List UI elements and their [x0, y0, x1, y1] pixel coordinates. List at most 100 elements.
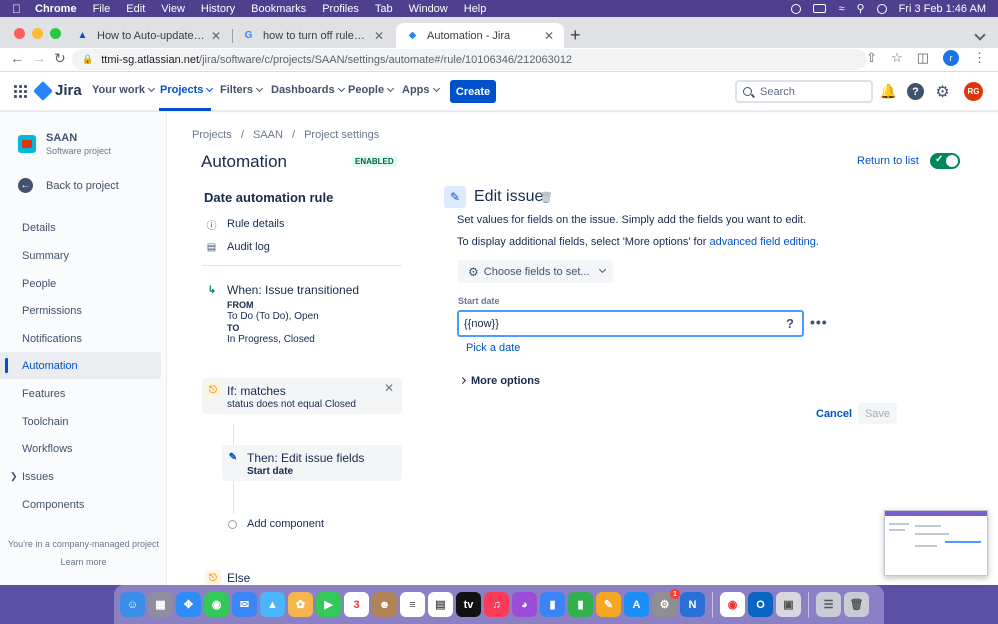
tab-automation-jira[interactable]: ◆ Automation - Jira ✕: [396, 23, 564, 48]
minimize-window-icon[interactable]: [32, 28, 43, 39]
status-icon[interactable]: [791, 3, 802, 14]
menu-edit[interactable]: Edit: [126, 3, 145, 15]
system-preferences-icon[interactable]: ⚙ 1: [652, 589, 680, 617]
maps-icon[interactable]: ▲: [260, 592, 285, 617]
photos-icon[interactable]: ✿: [288, 592, 313, 617]
wifi-icon[interactable]: ≈: [838, 3, 844, 15]
numbers-icon[interactable]: ▮: [568, 592, 593, 617]
tv-icon[interactable]: tv: [456, 592, 481, 617]
sidebar-item-details[interactable]: Details: [0, 214, 161, 241]
chevron-right-icon[interactable]: ❯: [10, 471, 18, 482]
chrome-menu-icon[interactable]: ⋮: [973, 50, 986, 66]
finder-icon[interactable]: ☺: [120, 592, 145, 617]
learn-more-link[interactable]: Learn more: [0, 557, 167, 567]
rule-details-link[interactable]: ⓘ Rule details: [206, 218, 285, 232]
jira-logo[interactable]: Jira: [33, 80, 82, 101]
more-options-toggle[interactable]: More options: [458, 375, 540, 387]
keynote-icon[interactable]: ▮: [540, 592, 565, 617]
chrome-icon[interactable]: ◉: [720, 592, 745, 617]
mail-icon[interactable]: ✉: [232, 592, 257, 617]
app-store-icon[interactable]: A: [624, 592, 649, 617]
project-header[interactable]: SAAN Software project: [18, 132, 111, 156]
condition-component[interactable]: ⎋ If: matches status does not equal Clos…: [202, 378, 402, 414]
menu-file[interactable]: File: [93, 3, 111, 15]
app-icon[interactable]: N: [680, 592, 705, 617]
start-date-input[interactable]: [464, 317, 764, 330]
sidebar-item-automation[interactable]: Automation: [0, 352, 161, 379]
menubar-clock[interactable]: Fri 3 Feb 1:46 AM: [899, 3, 986, 15]
downloads-icon[interactable]: ☰: [816, 592, 841, 617]
close-tab-icon[interactable]: ✕: [544, 29, 554, 43]
outlook-icon[interactable]: O: [748, 592, 773, 617]
audit-log-link[interactable]: ▤ Audit log: [206, 241, 270, 253]
breadcrumb-saan[interactable]: SAAN: [253, 129, 283, 141]
app-switcher-icon[interactable]: [14, 85, 27, 98]
launchpad-icon[interactable]: ▦: [148, 592, 173, 617]
reload-icon[interactable]: ↻: [54, 50, 66, 67]
share-icon[interactable]: ⇧: [866, 50, 877, 66]
bookmark-star-icon[interactable]: ☆: [891, 50, 903, 66]
add-component-button[interactable]: Add component: [228, 518, 324, 530]
menu-profiles[interactable]: Profiles: [322, 3, 359, 15]
close-tab-icon[interactable]: ✕: [374, 29, 384, 43]
user-avatar[interactable]: RG: [964, 82, 983, 101]
side-panel-icon[interactable]: ◫: [917, 50, 929, 66]
advanced-field-editing-link[interactable]: advanced field editing: [709, 236, 815, 248]
spotlight-icon[interactable]: ⚲: [857, 2, 865, 15]
messages-icon[interactable]: ◉: [204, 592, 229, 617]
facetime-icon[interactable]: ▶: [316, 592, 341, 617]
music-icon[interactable]: ♫: [484, 592, 509, 617]
tab-search-chevron-icon[interactable]: [974, 29, 986, 41]
sidebar-item-notifications[interactable]: Notifications: [0, 325, 161, 352]
lock-icon[interactable]: 🔒: [82, 54, 93, 65]
sidebar-item-components[interactable]: Components: [0, 491, 161, 518]
choose-fields-dropdown[interactable]: ⚙ Choose fields to set...: [458, 260, 613, 283]
calendar-icon[interactable]: 3: [344, 592, 369, 617]
battery-icon[interactable]: [813, 4, 827, 13]
address-bar[interactable]: 🔒 ttmi-sg.atlassian.net/jira/software/c/…: [72, 49, 867, 70]
action-component[interactable]: ✎ Then: Edit issue fields Start date: [222, 445, 402, 481]
notes-icon[interactable]: ▤: [428, 592, 453, 617]
safari-icon[interactable]: ✥: [176, 592, 201, 617]
menu-history[interactable]: History: [201, 3, 235, 15]
new-tab-icon[interactable]: +: [570, 25, 581, 46]
remove-condition-icon[interactable]: ✕: [384, 381, 394, 395]
nav-filters[interactable]: Filters: [220, 84, 264, 96]
menu-help[interactable]: Help: [464, 3, 487, 15]
breadcrumb-project-settings[interactable]: Project settings: [304, 129, 379, 141]
close-window-icon[interactable]: [14, 28, 25, 39]
tab-google-search[interactable]: G how to turn off rule in jira auton ✕: [232, 23, 394, 48]
help-question-icon[interactable]: ?: [786, 316, 794, 331]
preview-icon[interactable]: ▣: [776, 592, 801, 617]
sidebar-item-workflows[interactable]: Workflows: [0, 435, 161, 462]
pages-icon[interactable]: ✎: [596, 592, 621, 617]
notifications-icon[interactable]: 🔔: [879, 82, 898, 101]
search-input[interactable]: Search: [735, 80, 873, 103]
menu-app[interactable]: Chrome: [35, 3, 77, 15]
menu-bookmarks[interactable]: Bookmarks: [251, 3, 306, 15]
pick-a-date-link[interactable]: Pick a date: [466, 342, 520, 354]
zoom-window-icon[interactable]: [50, 28, 61, 39]
else-component[interactable]: ⎋ Else: [202, 569, 402, 585]
contacts-icon[interactable]: ☻: [372, 592, 397, 617]
apple-icon[interactable]: : [12, 2, 21, 16]
create-button[interactable]: Create: [450, 80, 496, 103]
reminders-icon[interactable]: ≡: [400, 592, 425, 617]
save-button[interactable]: Save: [858, 403, 897, 424]
breadcrumb-projects[interactable]: Projects: [192, 129, 232, 141]
rule-enabled-toggle[interactable]: ✓: [930, 153, 960, 169]
nav-projects[interactable]: Projects: [160, 84, 214, 96]
control-center-icon[interactable]: [876, 3, 887, 14]
menu-window[interactable]: Window: [409, 3, 448, 15]
nav-your-work[interactable]: Your work: [92, 84, 156, 96]
trigger-component[interactable]: ↳ When: Issue transitioned FROM To Do (T…: [202, 280, 402, 350]
start-date-field[interactable]: ?: [457, 310, 804, 337]
nav-people[interactable]: People: [348, 84, 395, 96]
more-actions-icon[interactable]: •••: [810, 314, 828, 330]
help-icon[interactable]: ?: [906, 82, 925, 101]
close-tab-icon[interactable]: ✕: [211, 29, 221, 43]
tab-community-article[interactable]: ▲ How to Auto-update Start & end ✕: [66, 23, 231, 48]
sidebar-item-summary[interactable]: Summary: [0, 242, 161, 269]
sidebar-item-toolchain[interactable]: Toolchain: [0, 408, 161, 435]
return-to-list-link[interactable]: Return to list: [857, 155, 919, 167]
